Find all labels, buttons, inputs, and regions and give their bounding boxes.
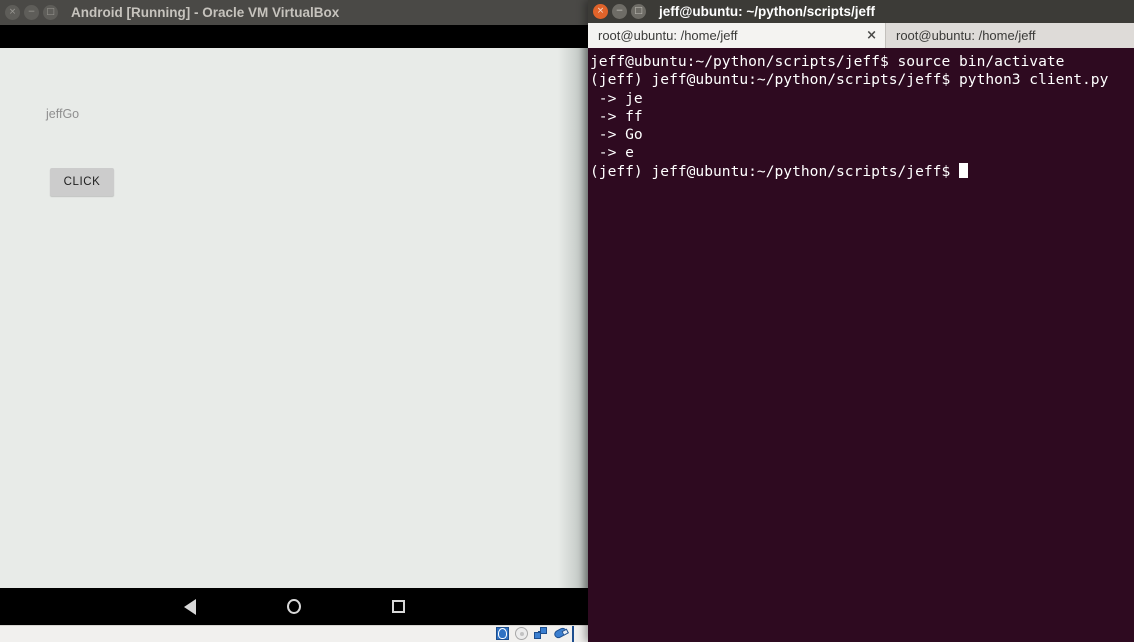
terminal-output-area[interactable]: jeff@ubuntu:~/python/scripts/jeff$ sourc… (588, 52, 1134, 642)
minimize-icon[interactable]: − (612, 4, 627, 19)
terminal-window: × − □ jeff@ubuntu: ~/python/scripts/jeff… (588, 0, 1134, 642)
usb-icon[interactable] (552, 626, 569, 641)
terminal-line: jeff@ubuntu:~/python/scripts/jeff$ sourc… (590, 53, 1065, 70)
terminal-line: -> Go (590, 126, 643, 144)
terminal-line: (jeff) jeff@ubuntu:~/python/scripts/jeff… (590, 71, 1109, 89)
close-icon[interactable]: × (866, 28, 877, 43)
terminal-window-controls: × − □ (588, 4, 646, 19)
android-screen: jeffGo CLICK (0, 25, 588, 625)
terminal-tab-1[interactable]: root@ubuntu: /home/jeff × (588, 23, 885, 48)
close-icon[interactable]: × (593, 4, 608, 19)
terminal-prompt-line: (jeff) jeff@ubuntu:~/python/scripts/jeff… (590, 162, 1134, 181)
terminal-tab-2[interactable]: root@ubuntu: /home/jeff (886, 23, 1134, 48)
terminal-line: -> e (590, 144, 634, 162)
terminal-tab-1-label: root@ubuntu: /home/jeff (598, 28, 738, 43)
terminal-tab-bar: root@ubuntu: /home/jeff × root@ubuntu: /… (588, 23, 1134, 50)
hard-disk-icon[interactable] (496, 627, 511, 641)
terminal-cursor (959, 162, 969, 178)
virtualbox-window: × − □ Android [Running] - Oracle VM Virt… (0, 0, 588, 642)
terminal-line: -> ff (590, 107, 643, 125)
app-text-label: jeffGo (46, 107, 80, 121)
nav-back-button[interactable] (138, 598, 242, 615)
recents-square-icon (391, 600, 405, 613)
minimize-icon[interactable]: − (24, 5, 39, 20)
terminal-titlebar[interactable]: × − □ jeff@ubuntu: ~/python/scripts/jeff (588, 0, 1134, 23)
virtualbox-status-bar (0, 625, 588, 642)
nav-recents-button[interactable] (346, 600, 450, 613)
terminal-tab-2-label: root@ubuntu: /home/jeff (896, 28, 1036, 43)
android-status-bar (0, 26, 588, 48)
terminal-prompt-text: (jeff) jeff@ubuntu:~/python/scripts/jeff… (590, 162, 960, 180)
back-triangle-icon (184, 598, 196, 615)
shared-folder-icon[interactable] (572, 626, 587, 642)
optical-disk-icon[interactable] (515, 627, 530, 641)
nav-home-button[interactable] (242, 599, 346, 614)
home-circle-icon (287, 599, 301, 614)
virtualbox-window-controls: × − □ (0, 5, 58, 20)
android-navigation-bar (0, 588, 588, 625)
screen: × − □ Android [Running] - Oracle VM Virt… (0, 0, 1134, 642)
android-app-surface: jeffGo CLICK (0, 48, 588, 588)
terminal-window-title: jeff@ubuntu: ~/python/scripts/jeff (659, 4, 876, 19)
close-icon[interactable]: × (5, 5, 20, 20)
click-button[interactable]: CLICK (50, 168, 114, 196)
virtualbox-window-title: Android [Running] - Oracle VM VirtualBox (71, 5, 340, 20)
maximize-icon[interactable]: □ (631, 4, 646, 19)
terminal-line: -> je (590, 89, 643, 107)
maximize-icon[interactable]: □ (43, 5, 58, 20)
virtualbox-titlebar[interactable]: × − □ Android [Running] - Oracle VM Virt… (0, 0, 588, 25)
network-icon[interactable] (534, 627, 549, 641)
